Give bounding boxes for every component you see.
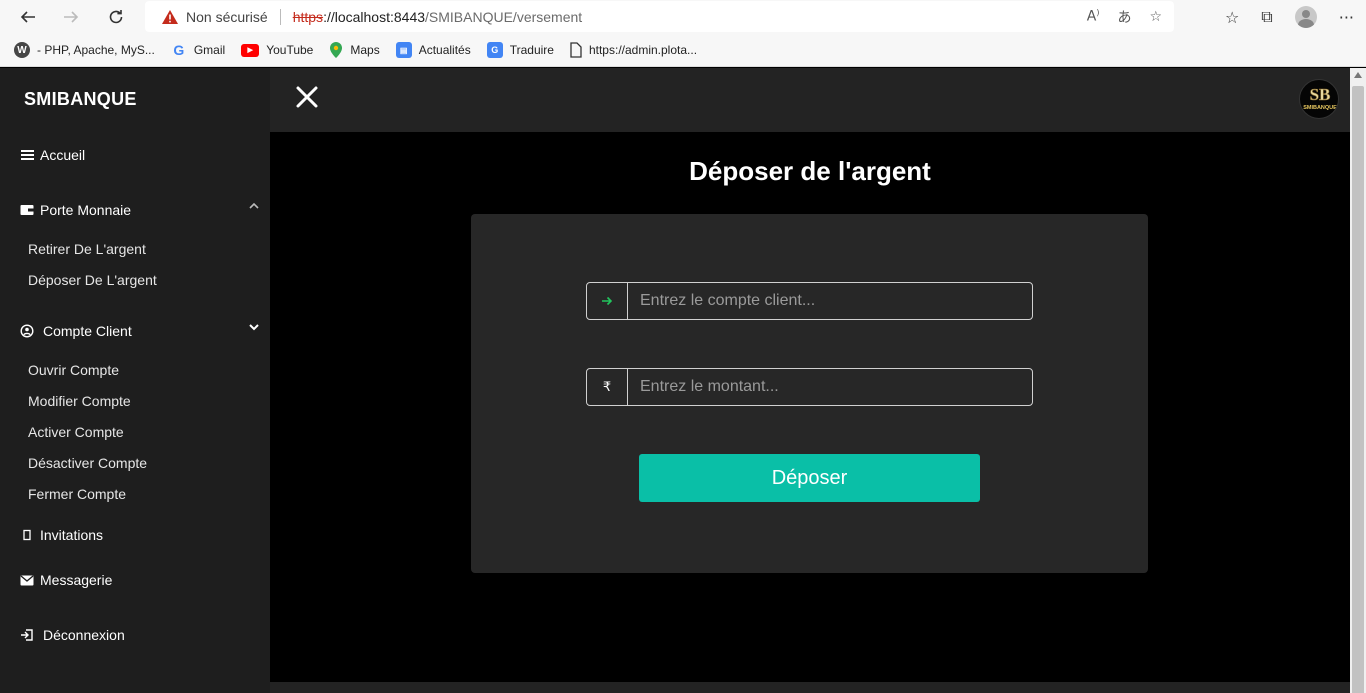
maps-pin-icon (330, 42, 343, 58)
amount-input[interactable] (628, 369, 1032, 405)
forward-button[interactable] (57, 4, 85, 30)
bookmark-label: Maps (350, 43, 380, 57)
page-scrollbar[interactable] (1350, 68, 1366, 693)
logo-text: SB (1310, 85, 1331, 104)
address-bar[interactable]: Non sécurisé https://localhost:8443/SMIB… (145, 1, 1174, 32)
forward-arrow-icon (64, 11, 79, 23)
bottom-strip (270, 682, 1350, 693)
rupee-icon: ₹ (602, 379, 612, 394)
sidebar-item-compte-client[interactable]: Compte Client (20, 323, 132, 339)
scroll-thumb[interactable] (1352, 86, 1364, 693)
bookmark-label: Gmail (193, 43, 226, 57)
translate-icon: G (486, 42, 503, 58)
account-input-group (586, 282, 1033, 320)
back-arrow-icon (20, 11, 35, 23)
favorites-icon[interactable]: ☆ (1225, 8, 1239, 27)
arrow-right-icon (602, 296, 613, 306)
currency-addon: ₹ (587, 369, 628, 405)
sidebar-item-label: Déconnexion (43, 627, 125, 643)
url-scheme: https (292, 8, 324, 25)
bookmark-gmail[interactable]: G Gmail (171, 42, 225, 58)
wordpress-icon: W (14, 42, 30, 58)
refresh-button[interactable] (102, 4, 130, 30)
sidebar-subitem-deposer[interactable]: Déposer De L'argent (28, 272, 157, 288)
sidebar-item-porte-monnaie[interactable]: Porte Monnaie (20, 202, 131, 218)
back-button[interactable] (14, 4, 42, 30)
sidebar-item-accueil[interactable]: Accueil (20, 147, 85, 163)
menu-bars-icon (20, 148, 34, 162)
sidebar-item-label: Messagerie (40, 572, 113, 588)
more-menu-icon[interactable]: ··· (1339, 8, 1354, 27)
url-path: /SMIBANQUE/versement (425, 8, 583, 25)
bookmark-label: Traduire (509, 43, 554, 57)
warning-icon (162, 9, 178, 24)
add-favorite-icon[interactable]: ☆ (1149, 9, 1162, 25)
youtube-icon: ▶ (241, 43, 260, 57)
invitation-icon (20, 528, 34, 542)
sidebar-subitem-modifier[interactable]: Modifier Compte (28, 393, 131, 409)
read-aloud-icon[interactable]: A) (1087, 8, 1100, 25)
sidebar: SMIBANQUE Accueil Porte Monnaie Retirer … (0, 68, 270, 693)
deposit-button[interactable]: Déposer (639, 454, 980, 502)
sidebar-subitem-desactiver[interactable]: Désactiver Compte (28, 455, 147, 471)
bookmark-label: https://admin.plota... (588, 43, 698, 57)
page-icon (570, 42, 582, 58)
google-icon: G (173, 42, 185, 58)
chevron-up-icon[interactable] (248, 200, 260, 212)
bookmark-youtube[interactable]: ▶ YouTube (241, 43, 313, 57)
sidebar-item-invitations[interactable]: Invitations (20, 527, 103, 543)
sidebar-item-label: Accueil (40, 147, 86, 163)
bookmark-php[interactable]: W - PHP, Apache, MyS... (14, 42, 155, 58)
profile-avatar[interactable] (1294, 6, 1317, 28)
sidebar-item-messagerie[interactable]: Messagerie (20, 572, 112, 588)
translate-page-icon[interactable]: あ (1117, 7, 1131, 27)
sidebar-subitem-fermer[interactable]: Fermer Compte (28, 486, 126, 502)
close-icon[interactable] (294, 84, 320, 110)
refresh-icon (109, 10, 123, 24)
chevron-down-icon[interactable] (248, 321, 260, 333)
sidebar-subitem-ouvrir[interactable]: Ouvrir Compte (28, 362, 119, 378)
bookmark-label: - PHP, Apache, MyS... (37, 43, 155, 57)
news-icon: ▤ (395, 42, 412, 58)
bookmark-admin[interactable]: https://admin.plota... (570, 42, 697, 58)
security-status-label: Non sécurisé (186, 8, 268, 25)
sidebar-subitem-activer[interactable]: Activer Compte (28, 424, 124, 440)
sidebar-item-label: Invitations (40, 527, 104, 543)
bookmark-maps[interactable]: Maps (329, 42, 380, 58)
envelope-icon (20, 573, 34, 587)
logo-subtext: SMIBANQUE (1303, 105, 1337, 111)
url-host: ://localhost:8443 (323, 8, 426, 25)
brand-title[interactable]: SMIBANQUE (24, 89, 137, 110)
logout-icon (20, 628, 34, 642)
amount-input-group: ₹ (586, 368, 1033, 406)
bookmark-label: Actualités (418, 43, 471, 57)
account-input[interactable] (628, 283, 1032, 319)
sidebar-subitem-retirer[interactable]: Retirer De L'argent (28, 241, 146, 257)
scroll-up-arrow-icon[interactable] (1354, 72, 1362, 78)
logo: SB SMIBANQUE (1299, 79, 1339, 119)
sidebar-item-label: Porte Monnaie (40, 202, 132, 218)
sidebar-item-deconnexion[interactable]: Déconnexion (20, 627, 125, 643)
browser-toolbar: Non sécurisé https://localhost:8443/SMIB… (0, 0, 1366, 34)
bookmark-news[interactable]: ▤ Actualités (395, 42, 471, 58)
bookmarks-bar: W - PHP, Apache, MyS... G Gmail ▶ YouTub… (0, 34, 1366, 67)
wallet-icon (20, 203, 34, 217)
collections-icon[interactable]: ⧉ (1261, 7, 1272, 27)
user-circle-icon (20, 324, 34, 338)
account-addon (587, 283, 628, 319)
address-separator (279, 8, 281, 25)
page-title: Déposer de l'argent (689, 156, 931, 186)
sidebar-item-label: Compte Client (43, 323, 132, 339)
bookmark-translate[interactable]: G Traduire (486, 42, 554, 58)
bookmark-label: YouTube (266, 43, 314, 57)
main-header (270, 68, 1350, 132)
